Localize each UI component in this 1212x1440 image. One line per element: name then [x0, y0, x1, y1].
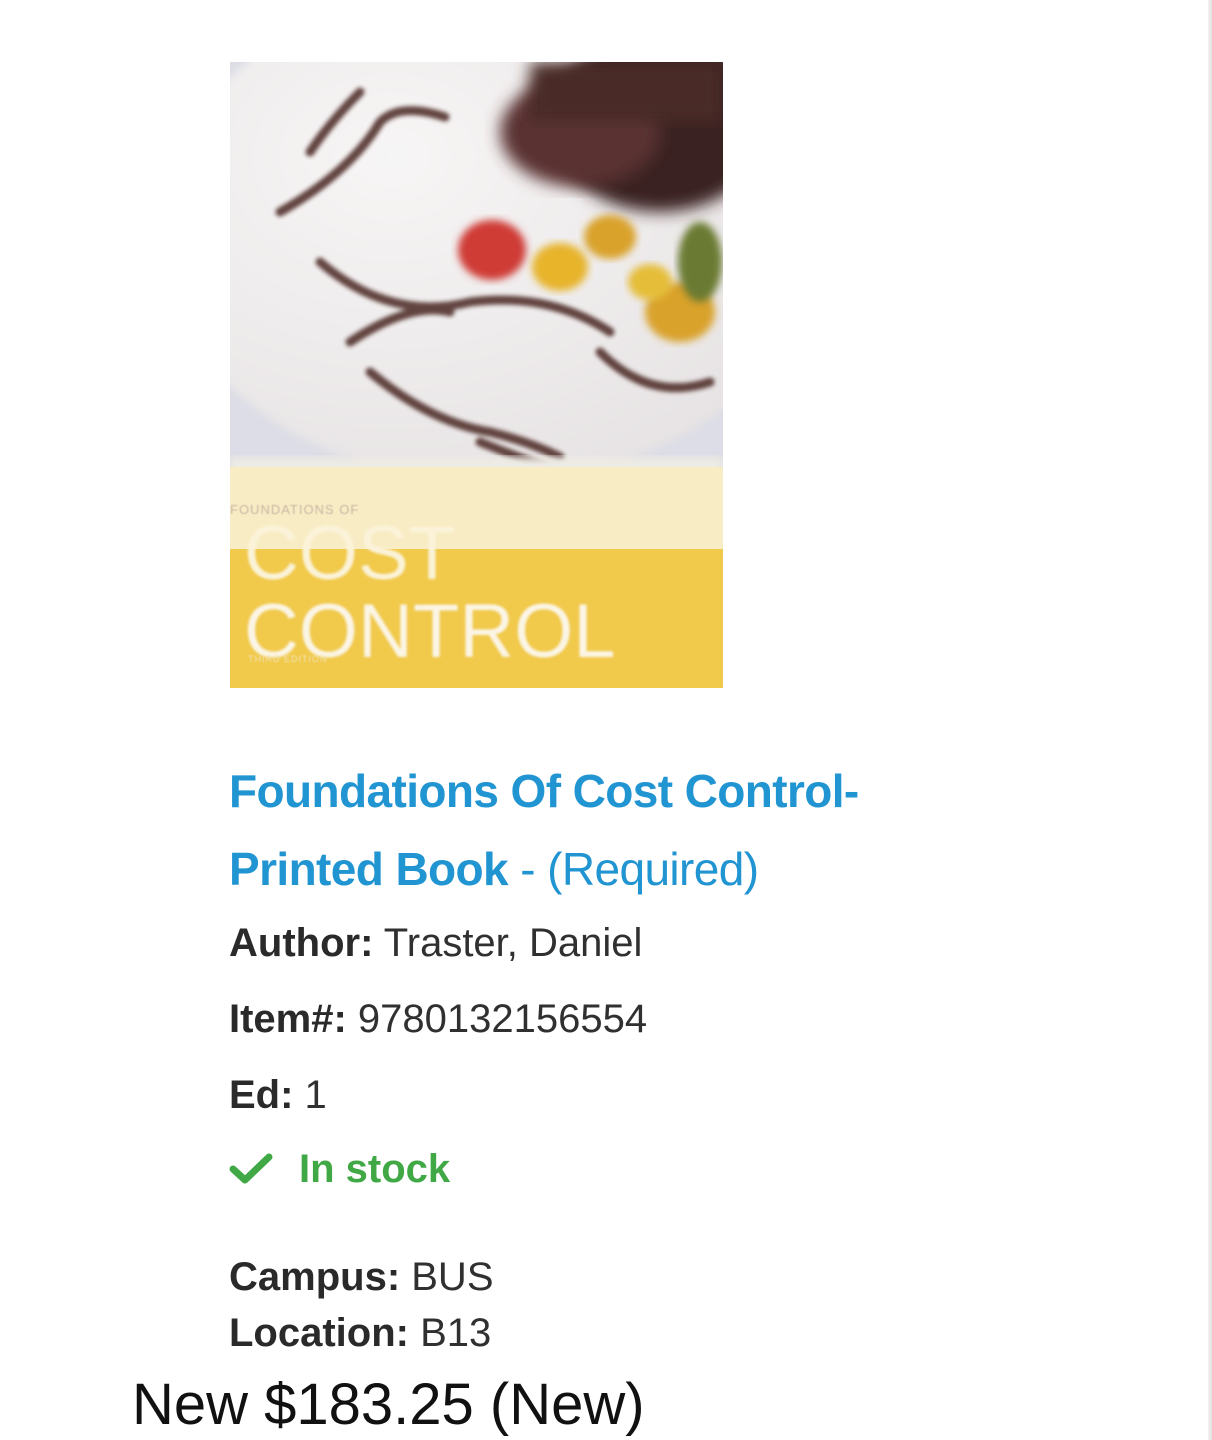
campus-value: BUS	[400, 1255, 494, 1299]
item-number-value: 9780132156554	[346, 997, 648, 1041]
location-row: Location: B13	[229, 1308, 491, 1358]
title-separator: -	[508, 843, 548, 895]
author-label: Author:	[229, 921, 374, 965]
edition-value: 1	[293, 1073, 327, 1117]
item-number-row: Item#: 9780132156554	[229, 994, 647, 1044]
book-cover-image[interactable]: FOUNDATIONS OF COST CONTROL THIRD EDITIO…	[230, 62, 723, 688]
campus-label: Campus:	[229, 1255, 401, 1299]
cover-title-line1: COST	[244, 511, 456, 596]
requirement-status: (Required)	[547, 843, 759, 895]
page-edge	[1208, 0, 1212, 1440]
stock-label: In stock	[299, 1146, 451, 1191]
product-title-block: Foundations Of Cost Control- Printed Boo…	[229, 752, 989, 908]
author-value: Traster, Daniel	[373, 921, 643, 965]
edition-row: Ed: 1	[229, 1070, 327, 1120]
location-label: Location:	[229, 1311, 409, 1355]
cover-edition-text: THIRD EDITION	[248, 654, 328, 664]
stock-status: In stock	[229, 1142, 450, 1196]
author-row: Author: Traster, Daniel	[229, 918, 642, 968]
checkmark-icon	[229, 1152, 273, 1186]
edition-label: Ed:	[229, 1073, 294, 1117]
location-value: B13	[408, 1311, 492, 1355]
campus-row: Campus: BUS	[229, 1252, 494, 1302]
item-number-label: Item#:	[229, 997, 347, 1041]
price-text: New $183.25 (New)	[132, 1372, 645, 1437]
